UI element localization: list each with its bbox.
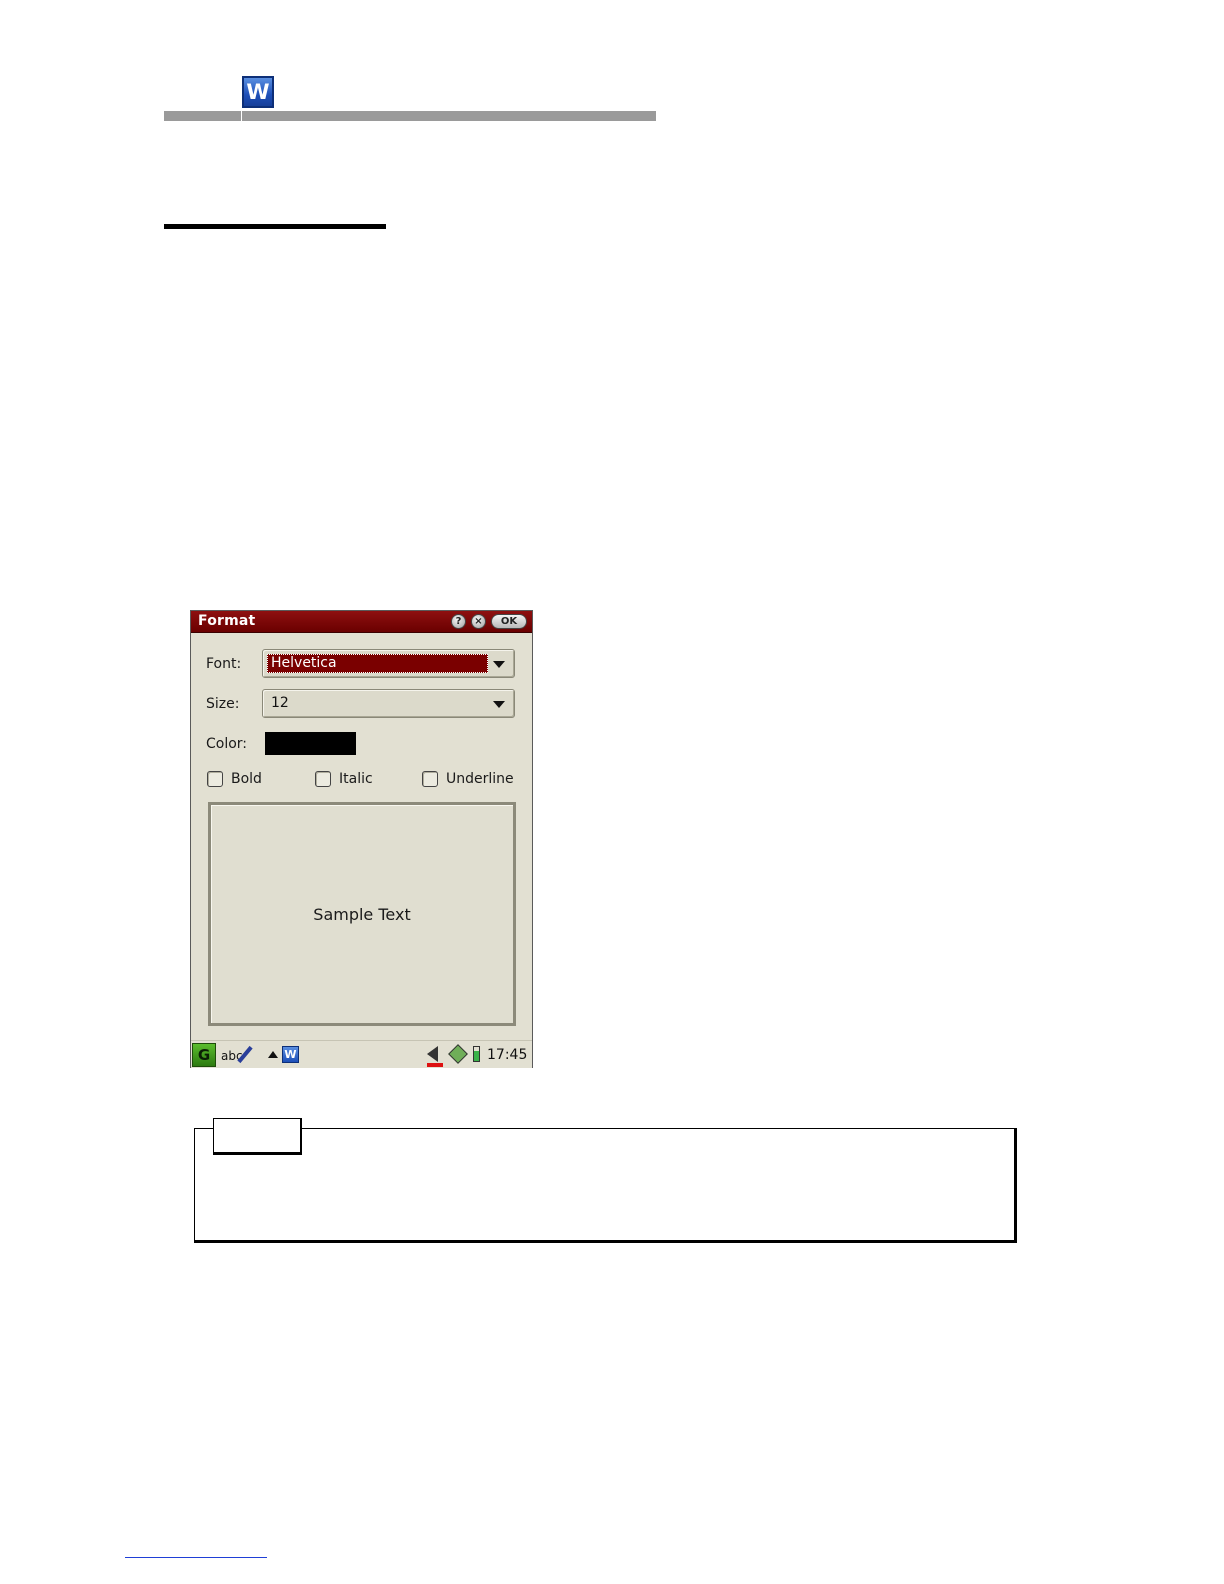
italic-checkbox-box[interactable] — [315, 771, 331, 787]
dialog-title: Format — [198, 613, 256, 629]
underline-checkbox-label: Underline — [446, 771, 514, 787]
taskbar: G abc W 17:45 — [191, 1040, 532, 1068]
size-label: Size: — [206, 696, 240, 712]
ok-button[interactable]: OK — [491, 614, 527, 629]
clock[interactable]: 17:45 — [487, 1047, 527, 1063]
help-button[interactable]: ? — [451, 614, 466, 629]
bold-checkbox-label: Bold — [231, 771, 262, 787]
header-rule — [164, 111, 656, 121]
section-title-underline — [164, 224, 386, 229]
size-select-value: 12 — [271, 695, 289, 711]
sample-text: Sample Text — [313, 904, 411, 924]
note-box-tab — [213, 1118, 302, 1155]
speaker-mute-indicator — [427, 1063, 443, 1067]
bold-checkbox-box[interactable] — [207, 771, 223, 787]
italic-checkbox[interactable]: Italic — [315, 771, 373, 787]
close-button[interactable]: × — [471, 614, 486, 629]
dialog-titlebar: Format ? × OK — [191, 611, 532, 633]
chevron-down-icon[interactable] — [493, 701, 505, 708]
speaker-icon[interactable] — [427, 1046, 438, 1062]
word-app-icon[interactable]: W — [282, 1046, 299, 1063]
footer-link-underline — [125, 1557, 267, 1558]
chevron-down-icon[interactable] — [493, 661, 505, 668]
word-processor-icon: W — [242, 76, 274, 108]
underline-checkbox[interactable]: Underline — [422, 771, 514, 787]
format-dialog-screenshot: Format ? × OK Font: Helvetica Size: 12 C… — [190, 610, 533, 1068]
sample-preview: Sample Text — [208, 802, 516, 1026]
app-logo-letter: W — [246, 79, 270, 104]
italic-checkbox-label: Italic — [339, 771, 373, 787]
up-arrow-icon[interactable] — [268, 1051, 278, 1058]
font-select[interactable]: Helvetica — [262, 649, 515, 678]
color-swatch[interactable] — [265, 732, 356, 755]
underline-checkbox-box[interactable] — [422, 771, 438, 787]
color-label: Color: — [206, 736, 248, 752]
battery-icon[interactable] — [473, 1046, 480, 1062]
size-select[interactable]: 12 — [262, 689, 515, 718]
font-label: Font: — [206, 656, 242, 672]
font-select-value: Helvetica — [267, 654, 488, 673]
note-box — [194, 1128, 1017, 1243]
start-icon[interactable]: G — [192, 1043, 216, 1067]
bold-checkbox[interactable]: Bold — [207, 771, 262, 787]
network-icon[interactable] — [448, 1044, 468, 1064]
